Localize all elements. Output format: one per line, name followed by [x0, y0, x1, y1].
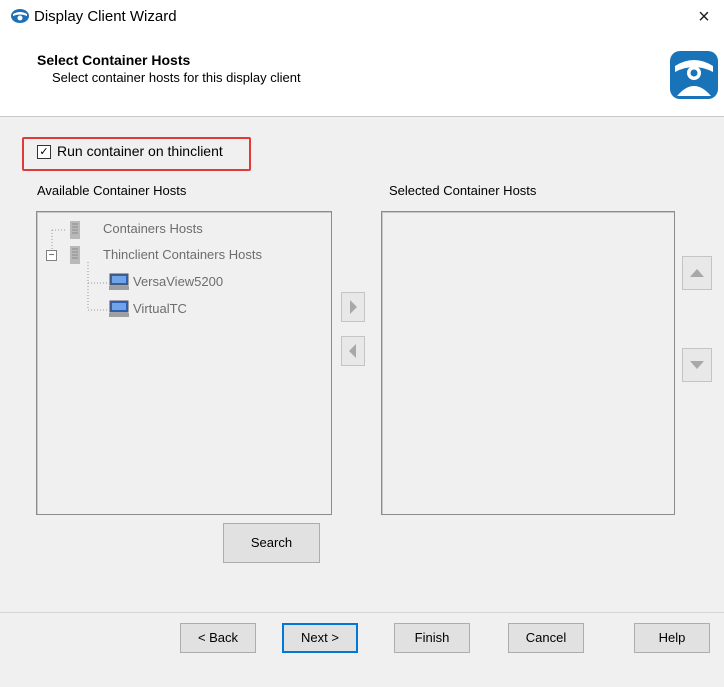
- available-hosts-tree[interactable]: Containers Hosts − Thinclient Containers…: [36, 211, 332, 515]
- move-down-button[interactable]: [682, 348, 712, 382]
- add-host-button[interactable]: [341, 292, 365, 322]
- selected-hosts-list[interactable]: [381, 211, 675, 515]
- available-hosts-label: Available Container Hosts: [37, 183, 187, 198]
- selected-hosts-label: Selected Container Hosts: [389, 183, 537, 198]
- close-button[interactable]: ×: [690, 4, 718, 30]
- next-button[interactable]: Next >: [282, 623, 358, 653]
- window-title: Display Client Wizard: [34, 8, 177, 25]
- product-logo-icon: [670, 51, 718, 99]
- page-subtitle: Select container hosts for this display …: [52, 70, 301, 85]
- collapse-toggle-icon[interactable]: −: [46, 250, 57, 261]
- tree-item-containers-hosts[interactable]: Containers Hosts: [103, 221, 203, 236]
- arrow-up-icon: [690, 269, 704, 277]
- server-icon: [70, 221, 80, 239]
- back-button[interactable]: < Back: [180, 623, 256, 653]
- tree-item-thinclient-containers-hosts[interactable]: Thinclient Containers Hosts: [103, 247, 262, 262]
- help-button[interactable]: Help: [634, 623, 710, 653]
- wizard-header: Select Container Hosts Select container …: [0, 34, 724, 117]
- arrow-right-icon: [350, 300, 357, 314]
- arrow-down-icon: [690, 361, 704, 369]
- move-up-button[interactable]: [682, 256, 712, 290]
- finish-button[interactable]: Finish: [394, 623, 470, 653]
- search-button[interactable]: Search: [223, 523, 320, 563]
- tree-item-versaview5200[interactable]: VersaView5200: [133, 274, 223, 289]
- page-title: Select Container Hosts: [37, 52, 191, 68]
- monitor-icon: [109, 300, 129, 317]
- divider: [0, 612, 724, 613]
- cancel-button[interactable]: Cancel: [508, 623, 584, 653]
- monitor-icon: [109, 273, 129, 290]
- app-icon: [11, 9, 29, 23]
- tree-item-virtualtc[interactable]: VirtualTC: [133, 301, 187, 316]
- server-icon: [70, 246, 80, 264]
- remove-host-button[interactable]: [341, 336, 365, 366]
- run-on-thinclient-label[interactable]: Run container on thinclient: [57, 143, 223, 159]
- run-on-thinclient-checkbox[interactable]: ✓: [37, 145, 51, 159]
- arrow-left-icon: [349, 344, 356, 358]
